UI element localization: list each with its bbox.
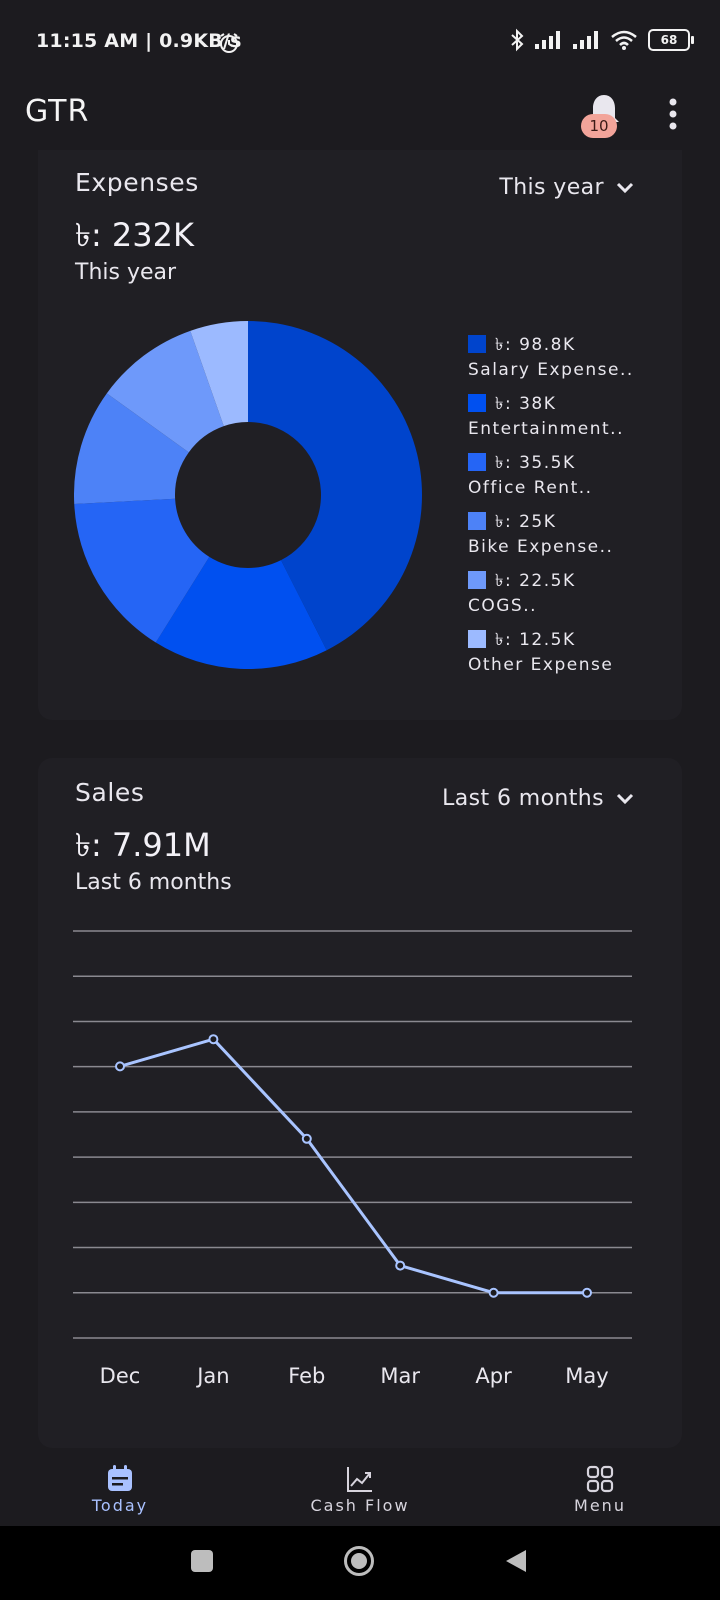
sales-period: Last 6 months bbox=[75, 870, 232, 895]
legend-swatch bbox=[468, 335, 486, 353]
data-point bbox=[488, 1287, 499, 1298]
expenses-title: Expenses bbox=[75, 168, 199, 197]
legend-swatch bbox=[468, 453, 486, 471]
legend-swatch bbox=[468, 394, 486, 412]
x-tick-label: May bbox=[565, 1364, 608, 1388]
sales-line-chart: Dec Jan Feb Mar Apr May bbox=[73, 930, 632, 1388]
chart-line-icon bbox=[347, 1467, 372, 1492]
legend-value: ৳: 35.5K bbox=[495, 453, 576, 473]
status-time: 11:15 AM | 0.9KB/s bbox=[36, 30, 242, 52]
legend-name: Office Rent.. bbox=[468, 478, 593, 498]
bluetooth-icon bbox=[511, 28, 524, 52]
expenses-period-dropdown[interactable]: This year bbox=[499, 175, 634, 200]
x-tick-label: Jan bbox=[195, 1364, 229, 1388]
expenses-card: Expenses ৳: 232K This year This year ৳: … bbox=[38, 150, 682, 720]
legend-item: ৳: 22.5K COGS.. bbox=[468, 568, 678, 627]
expenses-amount: ৳: 232K bbox=[75, 216, 194, 254]
expenses-dropdown-label: This year bbox=[499, 175, 604, 200]
data-point bbox=[395, 1260, 406, 1271]
notification-badge[interactable]: 10 bbox=[581, 114, 617, 138]
data-point bbox=[582, 1287, 592, 1298]
legend-swatch bbox=[468, 512, 486, 530]
sales-period-dropdown[interactable]: Last 6 months bbox=[442, 786, 634, 811]
data-point bbox=[115, 1061, 125, 1072]
legend-value: ৳: 98.8K bbox=[495, 335, 576, 355]
chevron-down-icon bbox=[616, 182, 634, 193]
nav-item-menu[interactable]: Menu bbox=[500, 1448, 700, 1515]
battery-icon: 68 bbox=[648, 29, 694, 51]
legend-swatch bbox=[468, 571, 486, 589]
legend-item: ৳: 35.5K Office Rent.. bbox=[468, 450, 678, 509]
sales-amount: ৳: 7.91M bbox=[75, 826, 211, 864]
back-button[interactable] bbox=[504, 1548, 528, 1574]
battery-level: 68 bbox=[660, 33, 678, 47]
expenses-period: This year bbox=[75, 260, 177, 285]
signal-icon bbox=[535, 31, 560, 49]
legend-item: ৳: 12.5K Other Expense bbox=[468, 627, 678, 686]
status-bar: 11:15 AM | 0.9KB/s 68 bbox=[0, 0, 720, 88]
nav-label-today: Today bbox=[91, 1496, 149, 1515]
nav-label-cash-flow: Cash Flow bbox=[310, 1496, 410, 1515]
data-point bbox=[301, 1133, 312, 1144]
app-bar: GTR 10 bbox=[0, 88, 720, 158]
data-point bbox=[208, 1034, 219, 1045]
x-tick-label: Dec bbox=[100, 1364, 141, 1388]
legend-value: ৳: 25K bbox=[495, 512, 557, 532]
sales-card: Sales ৳: 7.91M Last 6 months Last 6 mont… bbox=[38, 758, 682, 1448]
alarm-icon bbox=[220, 33, 238, 53]
home-button[interactable] bbox=[344, 1546, 374, 1576]
legend-value: ৳: 12.5K bbox=[495, 630, 576, 650]
bottom-navigation: Today Cash Flow Menu bbox=[0, 1448, 720, 1526]
x-tick-label: Mar bbox=[380, 1364, 420, 1388]
wifi-icon bbox=[611, 30, 637, 50]
legend-name: Other Expense bbox=[468, 655, 614, 675]
nav-label-menu: Menu bbox=[574, 1496, 626, 1515]
sales-line bbox=[119, 1037, 587, 1295]
sales-dropdown-label: Last 6 months bbox=[442, 786, 604, 811]
nav-item-today[interactable]: Today bbox=[20, 1448, 220, 1515]
chevron-down-icon bbox=[616, 793, 634, 804]
legend-name: Entertainment.. bbox=[468, 419, 624, 439]
app-title: GTR bbox=[25, 94, 90, 129]
recent-apps-button[interactable] bbox=[191, 1550, 213, 1572]
grid-icon bbox=[586, 1465, 614, 1493]
more-options-icon[interactable] bbox=[664, 98, 682, 130]
legend-name: Salary Expense.. bbox=[468, 360, 634, 380]
x-tick-label: Apr bbox=[475, 1364, 512, 1388]
expenses-donut-chart bbox=[74, 321, 422, 669]
legend-name: COGS.. bbox=[468, 596, 538, 616]
signal-icon-2 bbox=[573, 31, 598, 49]
system-navigation-bar bbox=[0, 1526, 720, 1600]
legend-swatch bbox=[468, 630, 486, 648]
legend-item: ৳: 25K Bike Expense.. bbox=[468, 509, 678, 568]
x-tick-label: Feb bbox=[288, 1364, 325, 1388]
legend-name: Bike Expense.. bbox=[468, 537, 614, 557]
expenses-legend: ৳: 98.8K Salary Expense.. ৳: 38K Enterta… bbox=[468, 332, 678, 686]
legend-item: ৳: 38K Entertainment.. bbox=[468, 391, 678, 450]
legend-value: ৳: 38K bbox=[495, 394, 557, 414]
legend-value: ৳: 22.5K bbox=[495, 571, 576, 591]
calendar-icon bbox=[108, 1465, 132, 1491]
sales-title: Sales bbox=[75, 778, 145, 807]
nav-item-cash-flow[interactable]: Cash Flow bbox=[260, 1448, 460, 1515]
legend-item: ৳: 98.8K Salary Expense.. bbox=[468, 332, 678, 391]
